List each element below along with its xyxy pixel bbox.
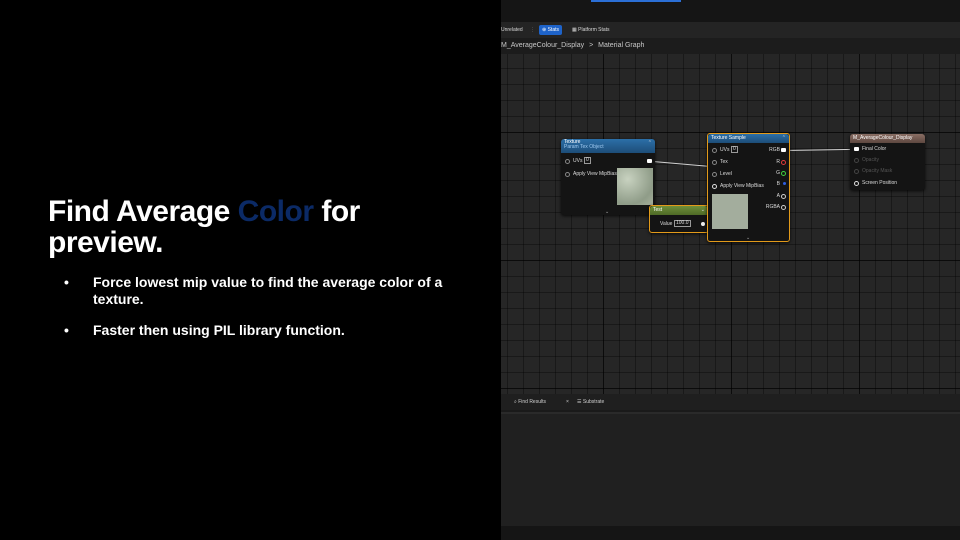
editor-toolbar: Unrelated ⋮ ⊕ Stats ▦ Platform Stats — [501, 22, 960, 38]
bullet-list: • Force lowest mip value to find the aver… — [64, 274, 454, 353]
bullet-dot: • — [64, 274, 69, 290]
texture-sample-collapse-icon[interactable]: ⌃ — [782, 135, 786, 141]
platform-stats-button[interactable]: ▦ Platform Stats — [572, 25, 610, 35]
pin-label: RGBA — [765, 204, 780, 210]
bullet-item: • Force lowest mip value to find the aver… — [64, 274, 454, 308]
title-start: Find Average — [48, 195, 238, 228]
stats-button[interactable]: ⊕ Stats — [539, 25, 562, 35]
output-pin-icon — [783, 182, 786, 185]
texture-preview-thumbnail — [617, 168, 653, 205]
input-pin-icon — [854, 147, 859, 151]
pin-label: Screen Position — [862, 180, 898, 186]
material-graph-canvas[interactable]: Texture Param Tex Object ⌃ UVs 0 Apply V… — [501, 54, 960, 394]
output-pin-g[interactable]: G — [708, 169, 789, 177]
breadcrumb-graph[interactable]: Material Graph — [598, 42, 644, 49]
tex-to-sample-wire — [652, 161, 708, 167]
output-pin-icon — [781, 194, 786, 199]
pin-label: UVs — [573, 158, 583, 164]
texture-param-subtitle: Param Tex Object — [564, 144, 604, 150]
pin-label: A — [776, 193, 780, 199]
output-pin-icon — [781, 171, 786, 176]
scalar-header: Test — [650, 206, 708, 215]
expand-chevron-icon[interactable]: ⌄ — [605, 209, 609, 215]
texture-param-header: Texture Param Tex Object — [561, 139, 655, 153]
result-pin-opacity[interactable]: Opacity — [850, 156, 925, 164]
platform-stats-label: Platform Stats — [578, 27, 610, 33]
editor-top-bar — [501, 0, 960, 22]
slide-title: Find Average Color for preview. — [48, 196, 468, 258]
substrate-label: Substrate — [582, 399, 605, 405]
texture-param-node[interactable]: Texture Param Tex Object ⌃ UVs 0 Apply V… — [561, 139, 655, 215]
input-pin-icon — [854, 181, 859, 186]
result-pin-screen-position[interactable]: Screen Position — [850, 179, 925, 187]
breadcrumb: M_AverageColour_Display > Material Graph — [501, 38, 960, 54]
scalar-output-pin-icon[interactable] — [701, 222, 705, 226]
bullet-text: Faster then using PIL library function. — [93, 322, 345, 338]
substrate-tab[interactable]: ☰ Substrate — [577, 397, 604, 407]
toolbar-overflow-icon[interactable]: ⋮ — [530, 25, 535, 35]
output-pin-r[interactable]: R — [708, 158, 789, 166]
input-pin-icon — [854, 158, 859, 163]
scalar-param-node[interactable]: Test ⌄ Value 100.0 — [649, 205, 709, 233]
output-pin-b[interactable]: B — [708, 180, 789, 188]
breadcrumb-separator: > — [589, 42, 594, 49]
texture-sample-header: Texture Sample — [708, 134, 789, 143]
pin-uvs[interactable]: UVs 0 — [561, 157, 655, 165]
input-pin-icon — [854, 169, 859, 174]
material-editor-screenshot: Unrelated ⋮ ⊕ Stats ▦ Platform Stats M_A… — [501, 0, 960, 540]
scalar-value-row[interactable]: Value 100.0 — [650, 220, 708, 228]
result-header: M_AverageColour_Display — [850, 134, 925, 143]
output-pin-icon — [781, 205, 786, 210]
result-title: M_AverageColour_Display — [853, 135, 913, 141]
breadcrumb-asset[interactable]: M_AverageColour_Display — [501, 42, 584, 49]
scalar-title: Test — [653, 207, 663, 213]
expand-chevron-icon[interactable]: ⌄ — [746, 235, 750, 241]
output-pin-icon[interactable] — [647, 159, 652, 163]
pin-label: Opacity — [862, 157, 879, 163]
pin-circle-icon — [565, 159, 570, 164]
editor-status-bar — [501, 526, 960, 540]
scalar-value-label: Value — [660, 221, 673, 227]
result-pin-opacity-mask[interactable]: Opacity Mask — [850, 167, 925, 175]
collapse-chevron-icon[interactable]: ⌃ — [648, 140, 652, 146]
active-tab-indicator — [591, 0, 681, 2]
material-result-node[interactable]: M_AverageColour_Display Final Color Opac… — [850, 134, 925, 190]
output-pin-rgb[interactable]: RGB — [708, 146, 789, 154]
pin-label: Final Color — [862, 146, 887, 152]
uvs-value-field[interactable]: 0 — [584, 157, 591, 164]
close-tab-icon[interactable]: × — [566, 397, 569, 407]
bullet-item: • Faster then using PIL library function. — [64, 322, 454, 339]
bullet-dot: • — [64, 322, 69, 338]
bottom-tab-bar: ⌕ Find Results × ☰ Substrate — [501, 394, 960, 410]
pin-circle-icon — [565, 172, 570, 177]
sample-preview-swatch — [712, 194, 748, 229]
hide-unrelated-button[interactable]: Unrelated — [501, 25, 523, 35]
pin-label: R — [776, 159, 780, 165]
find-results-panel — [501, 412, 960, 528]
pin-label: G — [776, 170, 780, 176]
pin-label: Apply View MipBias — [573, 171, 617, 177]
scalar-expand-chevron-icon[interactable]: ⌄ — [701, 207, 705, 213]
slide-text-panel: Find Average Color for preview. • Force l… — [0, 0, 501, 540]
output-pin-icon — [781, 160, 786, 165]
stats-label: Stats — [547, 27, 559, 33]
texture-sample-node[interactable]: Texture Sample ⌃ UVs 0 Tex Level Apply V… — [707, 133, 790, 242]
find-results-label: Find Results — [518, 399, 546, 405]
output-pin-icon — [781, 148, 786, 152]
pin-label: B — [776, 181, 780, 187]
pin-label: Opacity Mask — [862, 168, 893, 174]
rgb-to-finalcolor-wire — [785, 148, 854, 151]
result-pin-final-color[interactable]: Final Color — [850, 145, 925, 153]
texture-sample-title: Texture Sample — [711, 135, 746, 141]
title-accent-word: Color — [237, 195, 314, 228]
scalar-value-field[interactable]: 100.0 — [674, 220, 691, 227]
bullet-text: Force lowest mip value to find the avera… — [93, 274, 443, 307]
find-results-tab[interactable]: ⌕ Find Results — [514, 397, 546, 407]
pin-label: RGB — [769, 147, 780, 153]
